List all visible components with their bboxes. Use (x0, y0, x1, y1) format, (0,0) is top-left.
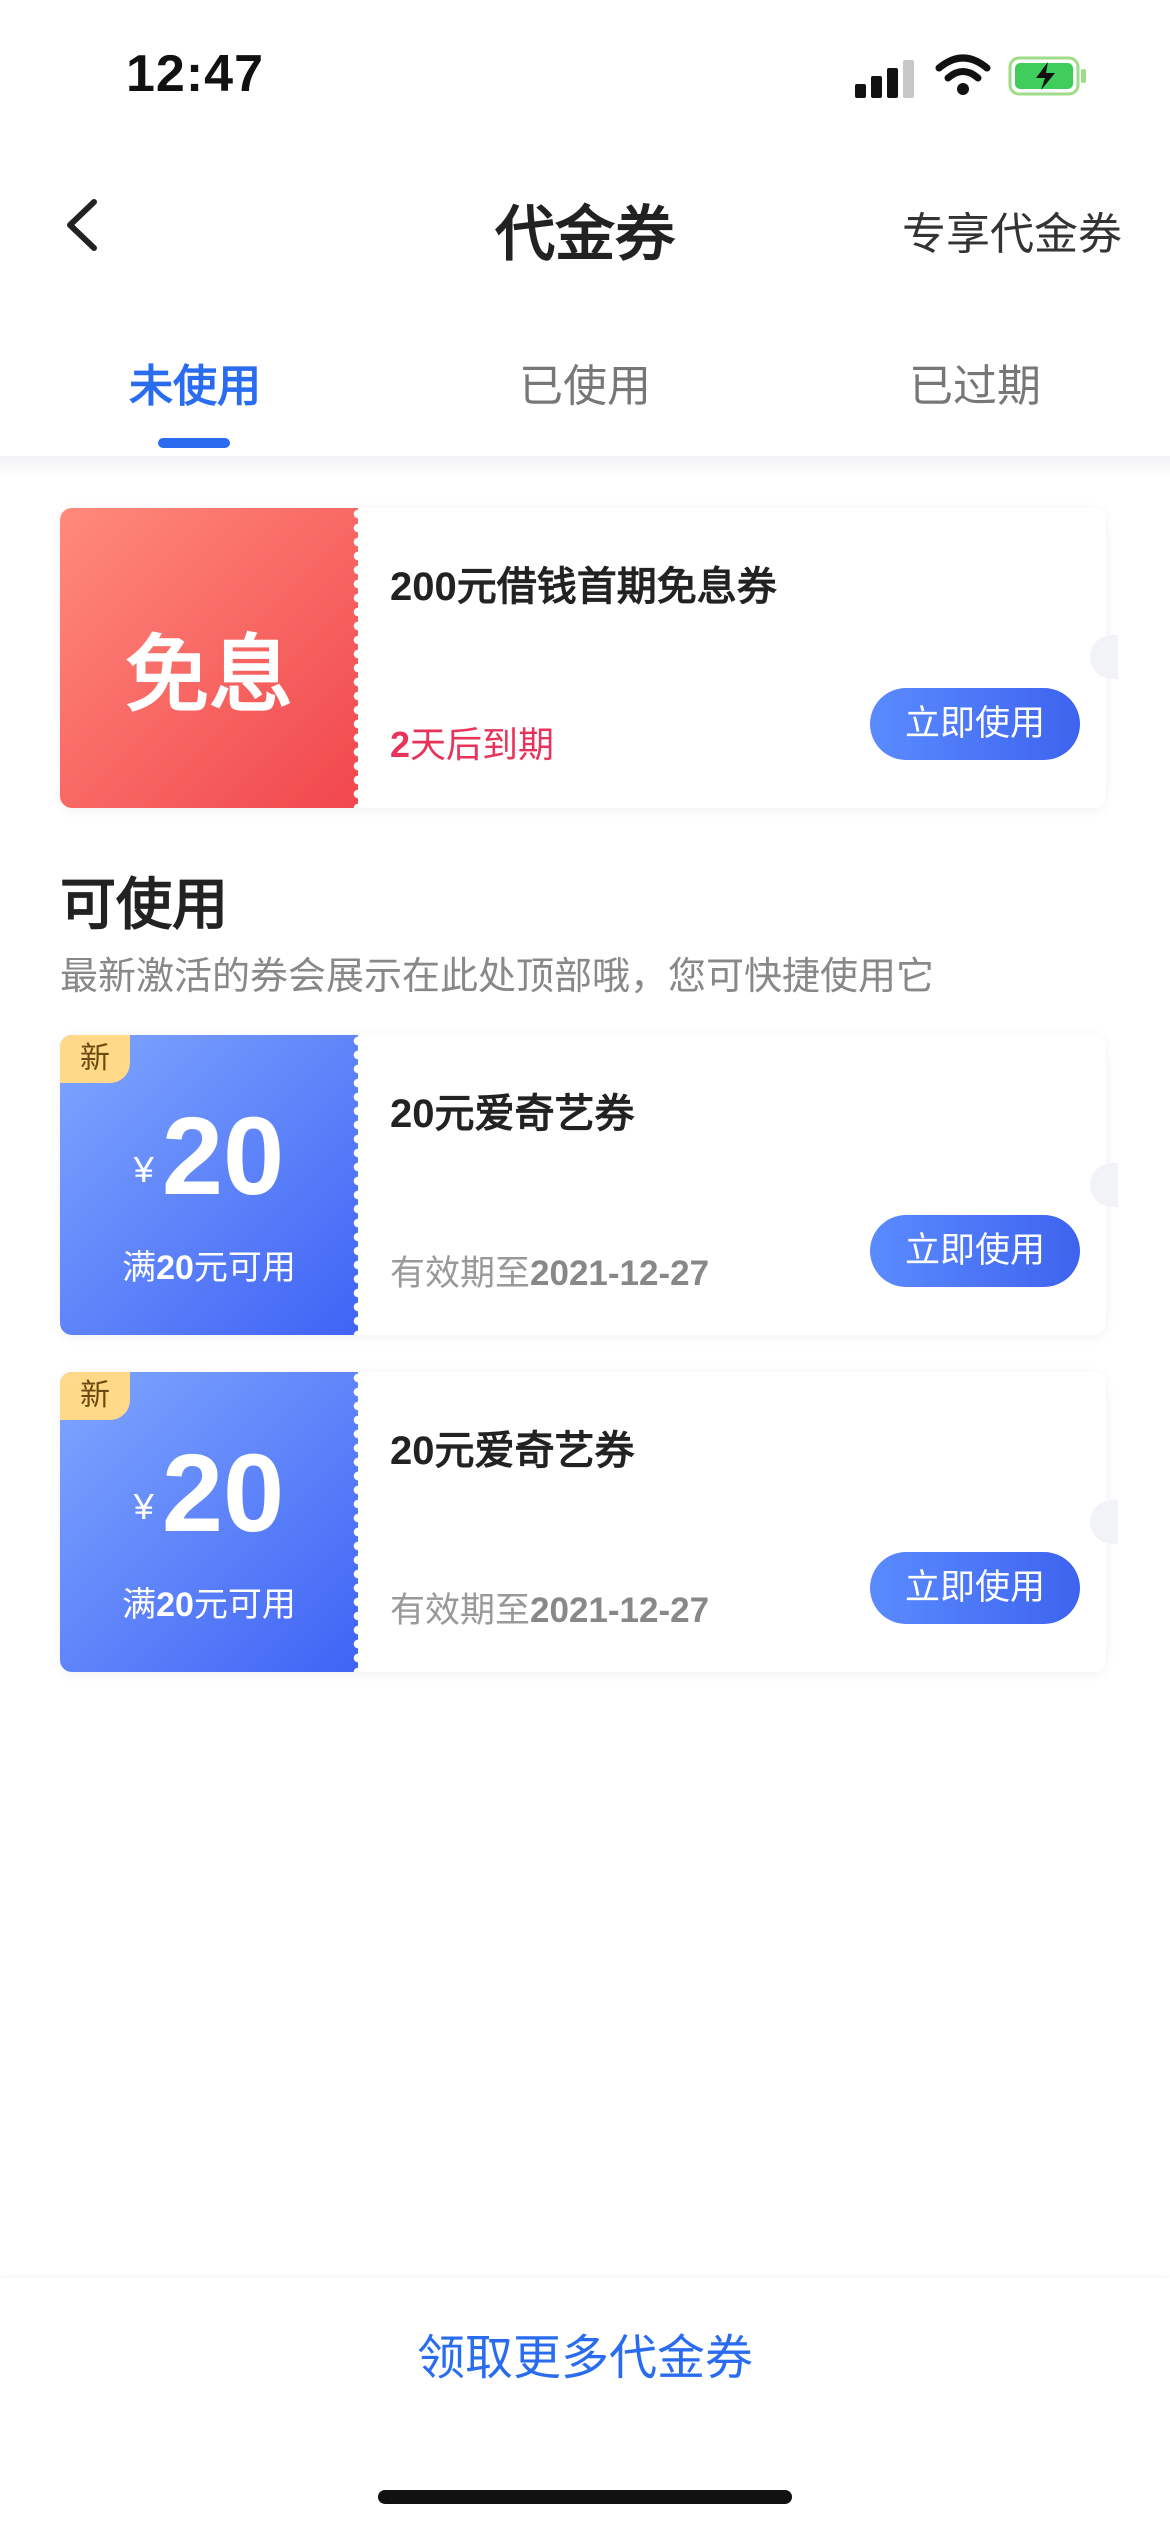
use-now-button[interactable]: 立即使用 (870, 1552, 1080, 1624)
use-now-button[interactable]: 立即使用 (870, 688, 1080, 760)
status-time: 12:47 (126, 45, 264, 103)
coupon-amount: ¥20 (133, 1432, 285, 1555)
coupon-condition: 满20元可用 (122, 1249, 296, 1287)
expire-text: 2天后到期 (390, 724, 555, 765)
featured-coupon-card[interactable]: 免息 200元借钱首期免息券 2天后到期 立即使用 (60, 508, 1106, 808)
tab-used[interactable]: 已使用 (390, 350, 780, 414)
signal-icon (855, 56, 915, 98)
tab-expired[interactable]: 已过期 (780, 350, 1170, 414)
tab-bar: 未使用 已使用 已过期 (0, 310, 1170, 460)
coupon-condition: 满20元可用 (122, 1586, 296, 1624)
status-bar: 12:47 (0, 0, 1170, 150)
tab-unused[interactable]: 未使用 (0, 350, 390, 414)
coupon-amount: ¥20 (133, 1095, 285, 1218)
coupon-title: 20元爱奇艺券 (390, 1429, 635, 1473)
valid-until: 有效期至2021-12-27 (390, 1591, 710, 1630)
navigation-bar: 代金券 专享代金券 (0, 150, 1170, 300)
get-more-coupons-link[interactable]: 领取更多代金券 (0, 2318, 1170, 2388)
coupon-title: 20元爱奇艺券 (390, 1092, 635, 1136)
use-now-button[interactable]: 立即使用 (870, 1215, 1080, 1287)
coupon-left-panel: 免息 (60, 508, 364, 808)
section-description: 最新激活的券会展示在此处顶部哦，您可快捷使用它 (60, 956, 935, 998)
perforation (352, 1035, 364, 1335)
bottom-bar: 领取更多代金券 (0, 2278, 1170, 2532)
coupon-title: 200元借钱首期免息券 (390, 565, 777, 609)
coupon-left-panel: ¥20 满20元可用 新 (60, 1372, 364, 1672)
wifi-icon (935, 54, 991, 95)
new-badge: 新 (60, 1372, 130, 1420)
battery-charging-icon (1008, 56, 1086, 96)
tab-active-indicator (158, 438, 230, 448)
home-indicator (378, 2490, 792, 2504)
exclusive-coupons-link[interactable]: 专享代金券 (902, 198, 1122, 262)
section-title: 可使用 (60, 873, 228, 936)
perforation (352, 508, 364, 808)
perforation (352, 1372, 364, 1672)
coupon-card[interactable]: ¥20 满20元可用 新 20元爱奇艺券 有效期至2021-12-27 立即使用 (60, 1035, 1106, 1335)
valid-until: 有效期至2021-12-27 (390, 1254, 710, 1293)
coupon-left-panel: ¥20 满20元可用 新 (60, 1035, 364, 1335)
coupon-card[interactable]: ¥20 满20元可用 新 20元爱奇艺券 有效期至2021-12-27 立即使用 (60, 1372, 1106, 1672)
new-badge: 新 (60, 1035, 130, 1083)
interest-free-tag: 免息 (124, 628, 293, 722)
tabs-divider (0, 456, 1170, 476)
